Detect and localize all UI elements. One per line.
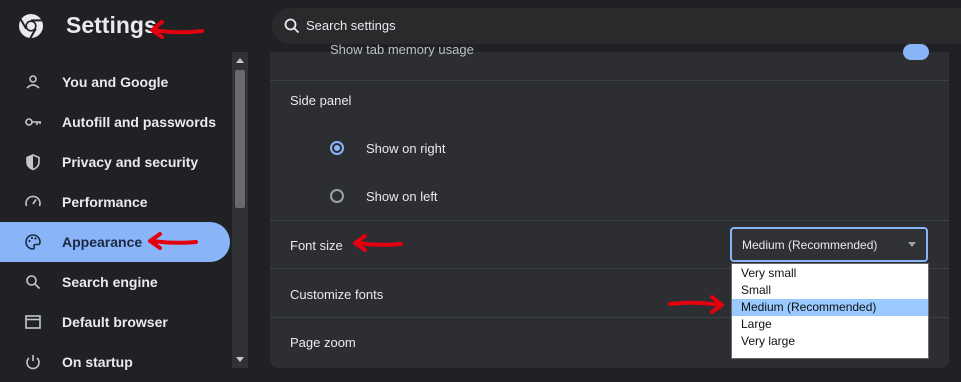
sidebar-item-label: Autofill and passwords xyxy=(62,114,217,130)
page-zoom-label: Page zoom xyxy=(290,335,356,350)
search-input[interactable]: Search settings xyxy=(306,18,396,33)
scrollbar-thumb[interactable] xyxy=(235,70,245,208)
chevron-down-icon xyxy=(908,242,916,247)
tab-memory-usage-label: Show tab memory usage xyxy=(330,42,474,57)
radio-label[interactable]: Show on right xyxy=(366,141,446,156)
sidebar: You and Google Autofill and passwords Pr… xyxy=(0,52,248,370)
font-size-select[interactable]: Medium (Recommended) xyxy=(730,227,928,262)
sidebar-item-label: Default browser xyxy=(62,314,168,330)
annotation-arrow-icon xyxy=(668,295,724,314)
power-icon xyxy=(26,355,40,370)
sidebar-scrollbar[interactable] xyxy=(232,52,248,368)
shield-icon xyxy=(26,154,40,171)
scroll-down-arrow-icon[interactable] xyxy=(236,357,244,362)
sidebar-item-default-browser[interactable]: Default browser xyxy=(0,302,230,342)
sidebar-item-label: Appearance xyxy=(62,234,143,250)
annotation-arrow-icon xyxy=(148,232,198,250)
page-title: Settings xyxy=(66,12,157,38)
browser-window-icon xyxy=(25,315,41,329)
sidebar-item-label: Search engine xyxy=(62,274,158,290)
sidebar-item-autofill[interactable]: Autofill and passwords xyxy=(0,102,230,142)
person-icon xyxy=(26,75,40,89)
chrome-logo-icon xyxy=(19,14,43,39)
sidebar-item-performance[interactable]: Performance xyxy=(0,182,230,222)
font-size-label: Font size xyxy=(290,238,343,253)
key-icon xyxy=(25,118,41,126)
sidebar-item-you-and-google[interactable]: You and Google xyxy=(0,62,230,102)
sidebar-item-label: Privacy and security xyxy=(62,154,199,170)
speedometer-icon xyxy=(25,195,41,207)
side-panel-label: Side panel xyxy=(290,93,352,108)
header: Settings Search settings xyxy=(0,0,961,52)
dropdown-option[interactable]: Very small xyxy=(732,265,928,282)
divider xyxy=(270,220,949,221)
sidebar-item-privacy[interactable]: Privacy and security xyxy=(0,142,230,182)
annotation-arrow-icon xyxy=(150,20,204,39)
tab-memory-usage-toggle[interactable] xyxy=(903,44,929,60)
dropdown-option[interactable]: Small xyxy=(732,282,928,299)
customize-fonts-label[interactable]: Customize fonts xyxy=(290,287,383,302)
search-box[interactable]: Search settings xyxy=(272,8,961,44)
palette-icon xyxy=(25,234,41,250)
radio-show-on-left[interactable] xyxy=(330,189,344,203)
sidebar-item-label: Performance xyxy=(62,194,148,210)
sidebar-item-label: You and Google xyxy=(62,74,169,90)
dropdown-option[interactable]: Medium (Recommended) xyxy=(732,299,928,316)
font-size-dropdown-list: Very small Small Medium (Recommended) La… xyxy=(731,263,929,359)
font-size-select-value: Medium (Recommended) xyxy=(742,238,878,252)
scroll-up-arrow-icon[interactable] xyxy=(236,58,244,63)
divider xyxy=(270,80,949,81)
sidebar-item-on-startup[interactable]: On startup xyxy=(0,342,230,382)
dropdown-option[interactable]: Large xyxy=(732,316,928,333)
search-icon xyxy=(284,18,300,34)
search-icon xyxy=(26,275,41,290)
sidebar-item-search-engine[interactable]: Search engine xyxy=(0,262,230,302)
radio-show-on-right[interactable] xyxy=(330,141,344,155)
radio-label[interactable]: Show on left xyxy=(366,189,438,204)
dropdown-option[interactable]: Very large xyxy=(732,333,928,350)
annotation-arrow-icon xyxy=(353,234,403,252)
